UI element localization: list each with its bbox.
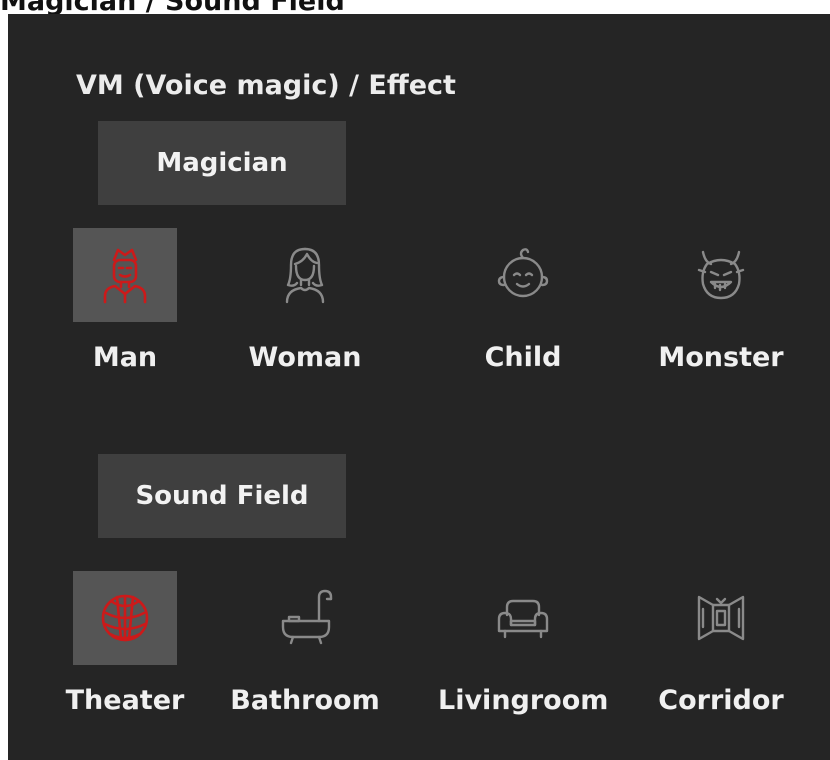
option-label-corridor: Corridor <box>658 685 784 716</box>
option-label-monster: Monster <box>658 342 784 373</box>
option-label-bathroom: Bathroom <box>230 685 380 716</box>
bathtub-icon <box>281 589 333 645</box>
corridor-icon-tile[interactable] <box>669 571 773 665</box>
child-icon <box>497 248 549 298</box>
option-corridor[interactable]: Corridor <box>636 571 806 751</box>
option-child[interactable]: Child <box>438 228 608 408</box>
sofa-icon-tile[interactable] <box>471 571 575 665</box>
corridor-icon <box>697 595 745 641</box>
bathtub-icon-tile[interactable] <box>253 571 357 665</box>
woman-icon <box>285 247 325 304</box>
sound-field-button[interactable]: Sound Field <box>98 454 346 538</box>
option-label-man: Man <box>92 342 158 373</box>
option-label-child: Child <box>484 342 562 373</box>
theater-icon-tile[interactable] <box>73 571 177 665</box>
option-man[interactable]: Man <box>40 228 210 408</box>
option-label-woman: Woman <box>248 342 362 373</box>
man-icon-tile[interactable] <box>73 228 177 322</box>
option-theater[interactable]: Theater <box>40 571 210 751</box>
monster-icon <box>697 250 745 300</box>
man-icon <box>103 248 147 304</box>
effect-panel: VM (Voice magic) / Effect Magician Man W… <box>8 14 830 760</box>
option-bathroom[interactable]: Bathroom <box>220 571 390 751</box>
sofa-icon <box>497 599 549 639</box>
option-monster[interactable]: Monster <box>636 228 806 408</box>
option-livingroom[interactable]: Livingroom <box>438 571 608 751</box>
theater-icon <box>101 594 149 642</box>
panel-title: VM (Voice magic) / Effect <box>76 70 456 101</box>
option-label-theater: Theater <box>65 685 185 716</box>
monster-icon-tile[interactable] <box>669 228 773 322</box>
option-woman[interactable]: Woman <box>220 228 390 408</box>
child-icon-tile[interactable] <box>471 228 575 322</box>
woman-icon-tile[interactable] <box>253 228 357 322</box>
option-label-livingroom: Livingroom <box>438 685 609 716</box>
magician-button[interactable]: Magician <box>98 121 346 205</box>
